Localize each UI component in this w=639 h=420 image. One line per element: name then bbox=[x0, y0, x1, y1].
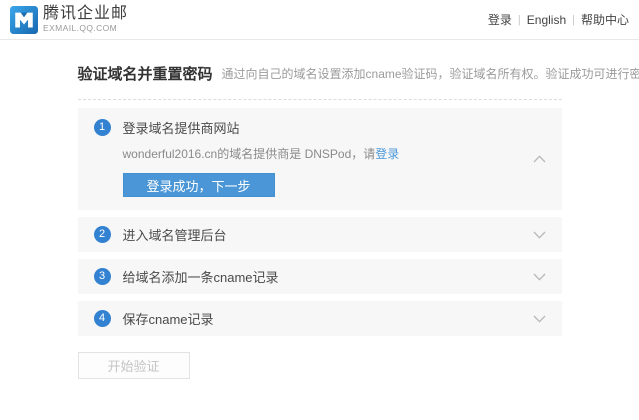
header-nav: 登录 | English | 帮助中心 bbox=[488, 11, 629, 28]
step-1-description-text: wonderful2016.cn的域名提供商是 DNSPod，请 bbox=[123, 147, 376, 161]
language-nav-link[interactable]: English bbox=[527, 13, 566, 27]
main-content: 验证域名并重置密码 通过向自己的域名设置添加cname验证码，验证域名所有权。验… bbox=[78, 63, 562, 379]
login-nav-link[interactable]: 登录 bbox=[488, 11, 512, 28]
step-3-title: 给域名添加一条cname记录 bbox=[123, 267, 279, 286]
brand-domain: EXMAIL.QQ.COM bbox=[43, 24, 128, 33]
step-1-login-provider: 1 登录域名提供商网站 wonderful2016.cn的域名提供商是 DNSP… bbox=[78, 108, 562, 210]
brand-logo[interactable]: 腾讯企业邮 EXMAIL.QQ.COM bbox=[10, 6, 128, 34]
step-1-number-badge: 1 bbox=[94, 119, 111, 136]
title-row: 验证域名并重置密码 通过向自己的域名设置添加cname验证码，验证域名所有权。验… bbox=[78, 63, 562, 84]
step-3-number-badge: 3 bbox=[94, 268, 111, 285]
nav-separator: | bbox=[518, 14, 521, 26]
brand-text: 腾讯企业邮 EXMAIL.QQ.COM bbox=[43, 6, 128, 33]
step-3-add-cname: 3 给域名添加一条cname记录 bbox=[78, 259, 562, 294]
page-title: 验证域名并重置密码 bbox=[78, 63, 213, 84]
step-2-header[interactable]: 2 进入域名管理后台 bbox=[78, 217, 562, 252]
step-2-number-badge: 2 bbox=[94, 226, 111, 243]
step-4-header[interactable]: 4 保存cname记录 bbox=[78, 301, 562, 336]
nav-separator: | bbox=[572, 14, 575, 26]
start-verification-button[interactable]: 开始验证 bbox=[78, 352, 190, 379]
exmail-logo-icon bbox=[10, 6, 38, 34]
step-4-save-cname: 4 保存cname记录 bbox=[78, 301, 562, 336]
step-4-number-badge: 4 bbox=[94, 310, 111, 327]
step-2-title: 进入域名管理后台 bbox=[123, 225, 227, 244]
chevron-down-icon[interactable] bbox=[533, 315, 546, 323]
step-1-body: wonderful2016.cn的域名提供商是 DNSPod，请登录 登录成功，… bbox=[78, 145, 562, 210]
page-subtitle: 通过向自己的域名设置添加cname验证码，验证域名所有权。验证成功可进行密码设置 bbox=[222, 65, 639, 82]
top-header: 腾讯企业邮 EXMAIL.QQ.COM 登录 | English | 帮助中心 bbox=[0, 0, 639, 40]
step-1-description: wonderful2016.cn的域名提供商是 DNSPod，请登录 bbox=[123, 145, 546, 162]
step-1-title: 登录域名提供商网站 bbox=[123, 118, 240, 137]
chevron-up-icon[interactable] bbox=[533, 155, 546, 163]
step-1-header[interactable]: 1 登录域名提供商网站 bbox=[78, 108, 562, 142]
brand-name: 腾讯企业邮 bbox=[43, 6, 128, 22]
provider-login-link[interactable]: 登录 bbox=[375, 147, 399, 161]
step-4-title: 保存cname记录 bbox=[123, 309, 214, 328]
login-success-next-button[interactable]: 登录成功，下一步 bbox=[123, 173, 275, 197]
step-2-domain-console: 2 进入域名管理后台 bbox=[78, 217, 562, 252]
chevron-down-icon[interactable] bbox=[533, 231, 546, 239]
dotted-divider bbox=[78, 99, 562, 100]
help-center-nav-link[interactable]: 帮助中心 bbox=[581, 11, 629, 28]
chevron-down-icon[interactable] bbox=[533, 273, 546, 281]
step-3-header[interactable]: 3 给域名添加一条cname记录 bbox=[78, 259, 562, 294]
